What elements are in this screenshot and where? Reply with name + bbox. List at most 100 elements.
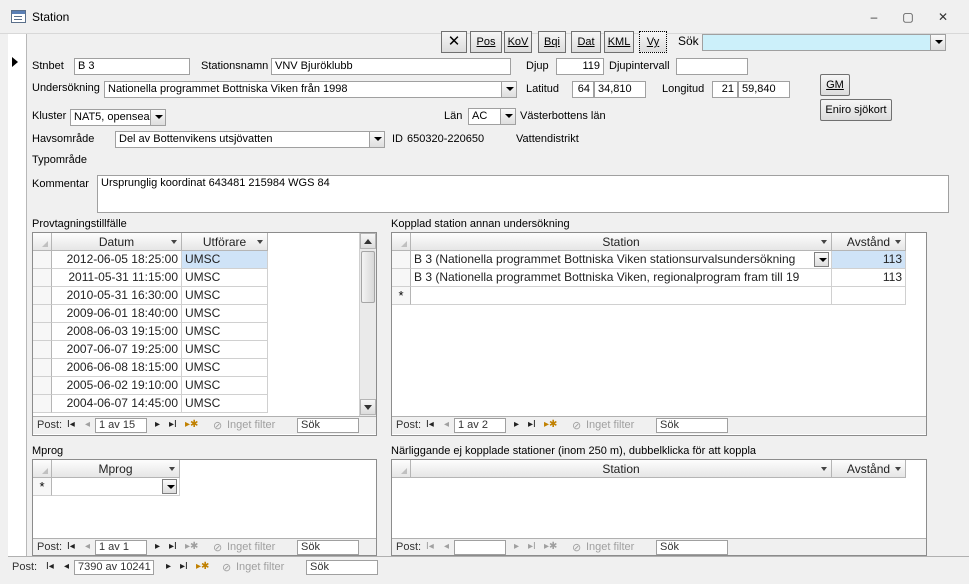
kluster-dropdown-icon[interactable] xyxy=(150,110,165,125)
havsomrade-combo[interactable]: Del av Bottenvikens utsjövatten xyxy=(115,131,385,148)
col-header-station[interactable]: Station xyxy=(411,460,832,478)
mprog-dropdown-icon[interactable] xyxy=(162,479,177,494)
vy-button[interactable]: Vy xyxy=(639,31,667,53)
kluster-combo[interactable]: NAT5, opensea xyxy=(70,109,166,126)
stationsnamn-field[interactable]: VNV Bjuröklubb xyxy=(271,58,511,75)
kml-button[interactable]: KML xyxy=(604,31,634,53)
latitud-minutes-field[interactable]: 34,810 xyxy=(594,81,646,98)
lan-combo[interactable]: AC xyxy=(468,108,516,125)
longitud-degrees-field[interactable]: 21 xyxy=(712,81,738,98)
row-selector[interactable] xyxy=(33,251,52,269)
record-position-field[interactable]: 1 av 15 xyxy=(95,418,147,433)
next-record-icon[interactable]: ▸ xyxy=(514,419,519,430)
gm-button[interactable]: GM xyxy=(820,74,850,96)
prev-record-icon[interactable]: ◂ xyxy=(444,419,449,430)
cell-datum[interactable]: 2009-06-01 18:40:00 xyxy=(52,305,182,323)
last-record-icon[interactable]: ▸I xyxy=(180,561,188,572)
kommentar-field[interactable]: Ursprunglig koordinat 643481 215984 WGS … xyxy=(97,175,949,213)
row-selector[interactable] xyxy=(33,395,52,413)
stnbet-field[interactable]: B 3 xyxy=(74,58,190,75)
new-row-selector[interactable]: * xyxy=(33,478,52,496)
new-record-icon[interactable]: ▸✱ xyxy=(544,419,557,430)
new-record-icon[interactable]: ▸✱ xyxy=(544,541,557,552)
havsomrade-dropdown-icon[interactable] xyxy=(369,132,384,147)
row-selector[interactable] xyxy=(33,359,52,377)
vertical-scrollbar[interactable] xyxy=(359,233,376,416)
new-record-icon[interactable]: ▸✱ xyxy=(185,419,198,430)
select-all-corner[interactable] xyxy=(33,460,52,478)
first-record-icon[interactable]: I◂ xyxy=(67,419,75,430)
search-combo[interactable] xyxy=(702,34,946,51)
last-record-icon[interactable]: ▸I xyxy=(169,419,177,430)
record-position-field[interactable]: 7390 av 10241 xyxy=(74,560,154,575)
cell-utforare[interactable]: UMSC xyxy=(182,305,268,323)
first-record-icon[interactable]: I◂ xyxy=(67,541,75,552)
new-row-mprog-cell[interactable] xyxy=(52,478,180,496)
col-header-avstand[interactable]: Avstånd xyxy=(832,233,906,251)
prev-record-icon[interactable]: ◂ xyxy=(85,541,90,552)
record-position-field[interactable]: 1 av 1 xyxy=(95,540,147,555)
cell-datum[interactable]: 2008-06-03 19:15:00 xyxy=(52,323,182,341)
grid-search-field[interactable]: Sök xyxy=(656,418,728,433)
cell-datum[interactable]: 2012-06-05 18:25:00 xyxy=(52,251,182,269)
record-search-field[interactable]: Sök xyxy=(306,560,378,575)
cell-utforare[interactable]: UMSC xyxy=(182,395,268,413)
cell-utforare[interactable]: UMSC xyxy=(182,269,268,287)
cell-utforare[interactable]: UMSC xyxy=(182,287,268,305)
row-selector[interactable] xyxy=(33,341,52,359)
pos-button[interactable]: Pos xyxy=(470,31,502,53)
row-selector[interactable] xyxy=(33,287,52,305)
cell-utforare[interactable]: UMSC xyxy=(182,251,268,269)
row-selector[interactable] xyxy=(392,251,411,269)
scroll-up-icon[interactable] xyxy=(360,233,376,249)
cell-utforare[interactable]: UMSC xyxy=(182,341,268,359)
record-position-field[interactable] xyxy=(454,540,506,555)
col-header-mprog[interactable]: Mprog xyxy=(52,460,180,478)
first-record-icon[interactable]: I◂ xyxy=(426,541,434,552)
new-row-station-cell[interactable] xyxy=(411,287,832,305)
kov-button[interactable]: KoV xyxy=(504,31,532,53)
cell-datum[interactable]: 2005-06-02 19:10:00 xyxy=(52,377,182,395)
row-selector[interactable] xyxy=(33,323,52,341)
search-dropdown-icon[interactable] xyxy=(930,35,945,50)
no-filter-label[interactable]: Inget filter xyxy=(586,541,634,553)
cell-utforare[interactable]: UMSC xyxy=(182,359,268,377)
cell-datum[interactable]: 2004-06-07 14:45:00 xyxy=(52,395,182,413)
col-header-datum[interactable]: Datum xyxy=(52,233,182,251)
col-header-utforare[interactable]: Utförare xyxy=(182,233,268,251)
undersokning-combo[interactable]: Nationella programmet Bottniska Viken fr… xyxy=(104,81,517,98)
new-record-icon[interactable]: ▸✱ xyxy=(185,541,198,552)
grid-search-field[interactable]: Sök xyxy=(297,418,359,433)
next-record-icon[interactable]: ▸ xyxy=(155,419,160,430)
select-all-corner[interactable] xyxy=(392,233,411,251)
scroll-down-icon[interactable] xyxy=(360,399,376,415)
undersokning-dropdown-icon[interactable] xyxy=(501,82,516,97)
longitud-minutes-field[interactable]: 59,840 xyxy=(738,81,790,98)
record-position-field[interactable]: 1 av 2 xyxy=(454,418,506,433)
cell-datum[interactable]: 2006-06-08 18:15:00 xyxy=(52,359,182,377)
djup-field[interactable]: 119 xyxy=(556,58,604,75)
close-x-button[interactable]: ✕ xyxy=(441,31,467,53)
no-filter-label[interactable]: Inget filter xyxy=(236,561,284,573)
row-selector[interactable] xyxy=(33,305,52,323)
djupintervall-field[interactable] xyxy=(676,58,748,75)
last-record-icon[interactable]: ▸I xyxy=(169,541,177,552)
minimize-button[interactable]: ‒ xyxy=(861,8,887,26)
record-selector[interactable] xyxy=(8,34,27,584)
prev-record-icon[interactable]: ◂ xyxy=(64,561,69,572)
col-header-avstand[interactable]: Avstånd xyxy=(832,460,906,478)
grid-search-field[interactable]: Sök xyxy=(297,540,359,555)
row-selector[interactable] xyxy=(33,377,52,395)
cell-station[interactable]: B 3 (Nationella programmet Bottniska Vik… xyxy=(411,251,832,269)
no-filter-label[interactable]: Inget filter xyxy=(586,419,634,431)
col-header-station[interactable]: Station xyxy=(411,233,832,251)
scroll-thumb[interactable] xyxy=(361,251,375,303)
cell-datum[interactable]: 2007-06-07 19:25:00 xyxy=(52,341,182,359)
last-record-icon[interactable]: ▸I xyxy=(528,541,536,552)
cell-datum[interactable]: 2011-05-31 11:15:00 xyxy=(52,269,182,287)
bqi-button[interactable]: Bqi xyxy=(538,31,566,53)
row-selector[interactable] xyxy=(33,269,52,287)
restore-button[interactable]: ▢ xyxy=(895,8,921,26)
first-record-icon[interactable]: I◂ xyxy=(426,419,434,430)
latitud-degrees-field[interactable]: 64 xyxy=(572,81,594,98)
